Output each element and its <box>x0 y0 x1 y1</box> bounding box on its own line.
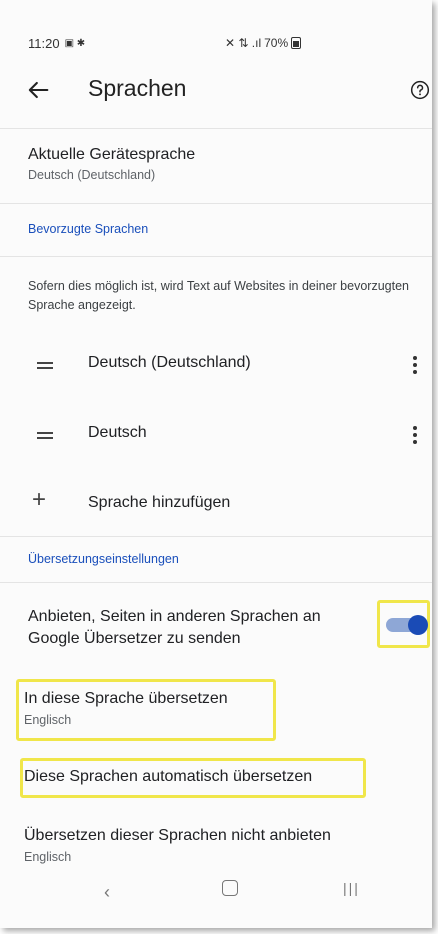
preferred-languages-header: Bevorzugte Sprachen <box>28 222 149 236</box>
device-language-value: Deutsch (Deutschland) <box>28 168 156 182</box>
language-label: Deutsch <box>88 424 147 441</box>
language-row-deutsch-deutschland[interactable]: Deutsch (Deutschland) <box>0 344 432 384</box>
offer-translate-label: Anbieten, Seiten in anderen Sprachen an … <box>28 608 321 647</box>
drag-handle-icon[interactable] <box>37 432 53 440</box>
divider <box>0 256 432 257</box>
nav-back-icon[interactable]: ‹ <box>104 882 110 903</box>
nav-recents-icon[interactable]: ||| <box>343 880 360 896</box>
app-bar: Sprachen <box>0 70 432 114</box>
language-label: Deutsch (Deutschland) <box>88 354 251 371</box>
never-translate-title: Übersetzen dieser Sprachen nicht anbiete… <box>24 827 331 844</box>
divider <box>0 128 432 129</box>
preferred-languages-description: Sofern dies möglich ist, wird Text auf W… <box>28 279 409 312</box>
divider <box>0 536 432 537</box>
highlight-box <box>16 679 276 741</box>
status-time: 11:20 <box>28 36 60 51</box>
more-vert-icon[interactable] <box>413 356 417 374</box>
highlight-box <box>377 600 430 648</box>
battery-icon <box>291 37 302 49</box>
system-nav-bar: ‹ ||| <box>0 858 432 928</box>
add-language-label: Sprache hinzufügen <box>88 494 231 511</box>
toggle-thumb <box>408 615 428 635</box>
plus-icon: + <box>32 486 47 513</box>
divider <box>0 203 432 204</box>
divider <box>0 582 432 583</box>
battery-percent: 70% <box>264 36 289 50</box>
add-language-button[interactable]: + Sprache hinzufügen <box>0 484 432 524</box>
language-row-deutsch[interactable]: Deutsch <box>0 414 432 454</box>
status-bar: 11:20 ▣ ✱ ✕ ⇅ .ıl 70% <box>0 0 432 70</box>
offer-translate-toggle[interactable] <box>386 615 428 635</box>
page-title: Sprachen <box>88 75 187 101</box>
target-language-value: Englisch <box>24 713 72 727</box>
auto-translate-languages-item[interactable]: Diese Sprachen automatisch übersetzen <box>24 768 312 786</box>
more-vert-icon[interactable] <box>413 426 417 444</box>
translation-settings-header: Übersetzungseinstellungen <box>28 552 179 566</box>
target-language-title: In diese Sprache übersetzen <box>24 690 228 707</box>
arrow-back-icon[interactable] <box>24 76 52 104</box>
notification-icons: ▣ ✱ <box>64 38 86 49</box>
phone-screen: 11:20 ▣ ✱ ✕ ⇅ .ıl 70% Sprachen Aktuelle … <box>0 0 432 928</box>
help-circle-icon[interactable] <box>410 80 430 100</box>
nav-home-icon[interactable] <box>222 880 238 896</box>
device-language-title: Aktuelle Gerätesprache <box>28 146 196 163</box>
drag-handle-icon[interactable] <box>37 362 53 370</box>
signal-icons: ✕ ⇅ .ıl <box>225 36 262 50</box>
